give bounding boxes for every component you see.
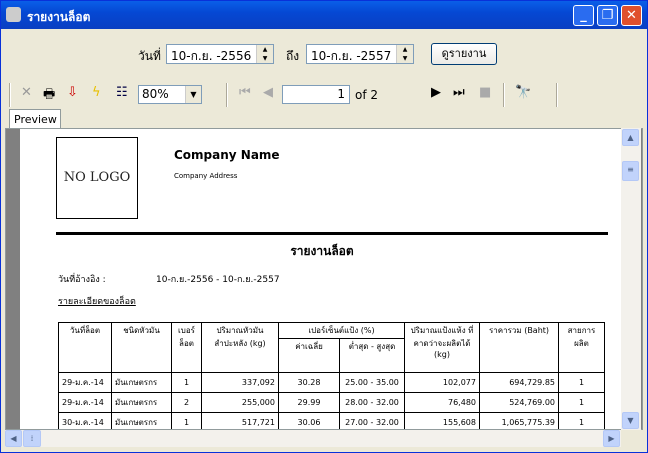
horizontal-scroll-thumb[interactable]: ⁞ [23, 430, 41, 447]
ref-date-value: 10-ก.ย.-2556 - 10-ก.ย.-2557 [156, 275, 280, 285]
cell-avg: 30.28 [278, 372, 340, 393]
report-window: รายงานล็อต _ ❐ ✕ วันที่ 10-ก.ย. -2556 ▲ ▼… [0, 0, 648, 453]
next-page-icon[interactable]: ▶ [431, 85, 441, 100]
printer-app-icon [6, 7, 21, 22]
window-title: รายงานล็อต [27, 10, 91, 24]
cell-line: 1 [558, 412, 605, 429]
cell-range: 25.00 - 35.00 [339, 372, 405, 393]
close-button[interactable]: ✕ [621, 5, 642, 26]
chevron-down-icon[interactable]: ▼ [185, 86, 201, 103]
last-page-icon[interactable]: ⏭ [453, 85, 465, 100]
scroll-left-button[interactable]: ◀ [5, 430, 22, 447]
logo-placeholder: NO LOGO [56, 137, 138, 219]
cell-dry: 155,608 [404, 412, 480, 429]
zoom-select[interactable]: 80% ▼ [138, 85, 202, 104]
page-count: of 2 [355, 88, 379, 102]
col-line: สายการ ผลิต [558, 322, 605, 373]
table-row: 29-ม.ค.-14 มันเกษตรกร 1 337,092 30.28 25.00 -… [58, 372, 605, 393]
zoom-value: 80% [142, 87, 169, 101]
col-qty: ปริมาณหัวมัน สำปะหลัง (kg) [201, 322, 279, 373]
restore-button[interactable]: ❐ [597, 5, 618, 26]
col-type: ชนิดหัวมัน [111, 322, 172, 373]
close-report-icon[interactable]: ✕ [21, 85, 32, 100]
cell-type: มันเกษตรกร [111, 372, 172, 393]
from-date-label: วันที่ [138, 49, 161, 63]
title-bar: รายงานล็อต _ ❐ ✕ [1, 1, 647, 29]
cell-qty: 255,000 [201, 392, 279, 413]
cell-dry: 76,480 [404, 392, 480, 413]
scroll-up-button[interactable]: ▲ [622, 129, 639, 146]
col-lot: เบอร์ ล็อต [171, 322, 202, 373]
col-range: ต่ำสุด - สูงสุด [339, 338, 405, 373]
cell-range: 27.00 - 32.00 [339, 412, 405, 429]
cell-lot: 1 [171, 412, 202, 429]
cell-date: 29-ม.ค.-14 [58, 372, 112, 393]
cell-type: มันเกษตรกร [111, 392, 172, 413]
view-report-button[interactable]: ดูรายงาน [431, 43, 497, 65]
report-page: NO LOGO Company Name Company Address ราย… [20, 129, 624, 429]
divider [56, 232, 608, 235]
cell-line: 1 [558, 372, 605, 393]
cell-avg: 29.99 [278, 392, 340, 413]
cell-dry: 102,077 [404, 372, 480, 393]
from-date-spinner[interactable]: ▲ ▼ [256, 45, 273, 63]
col-avg: ค่าเฉลี่ย [278, 338, 340, 373]
cell-lot: 2 [171, 392, 202, 413]
col-dry: ปริมาณแป้งแห้ง ที่คาดว่าจะผลิตได้ (kg) [404, 322, 480, 373]
cell-price: 694,729.85 [479, 372, 559, 393]
to-date-field[interactable]: 10-ก.ย. -2557 ▲ ▼ [306, 44, 414, 64]
cell-type: มันเกษตรกร [111, 412, 172, 429]
horizontal-scrollbar[interactable]: ◀ ⁞ ▶ [5, 430, 621, 447]
vertical-scroll-thumb[interactable]: ≡ [622, 161, 639, 181]
cell-line: 1 [558, 392, 605, 413]
col-pct: เปอร์เซ็นต์แป้ง (%) [278, 322, 405, 339]
cell-price: 524,769.00 [479, 392, 559, 413]
cell-range: 28.00 - 32.00 [339, 392, 405, 413]
cell-date: 30-ม.ค.-14 [58, 412, 112, 429]
report-title: รายงานล็อต [290, 244, 354, 258]
scroll-right-button[interactable]: ▶ [603, 430, 620, 447]
cell-qty: 337,092 [201, 372, 279, 393]
export-icon[interactable]: ⇩ [67, 85, 78, 100]
company-name: Company Name [174, 148, 280, 162]
scroll-down-button[interactable]: ▼ [622, 412, 639, 429]
from-date-field[interactable]: 10-ก.ย. -2556 ▲ ▼ [166, 44, 274, 64]
from-date-value: 10-ก.ย. -2556 [171, 49, 252, 63]
col-price: ราคารวม (Baht) [479, 322, 559, 373]
ref-date-label: วันที่อ้างอิง : [58, 275, 106, 285]
to-date-value: 10-ก.ย. -2557 [311, 49, 392, 63]
minimize-button[interactable]: _ [573, 5, 594, 26]
refresh-lightning-icon[interactable]: ϟ [92, 85, 101, 100]
first-page-icon[interactable]: ⏮ [239, 85, 251, 100]
print-icon[interactable]: 🖶 [43, 85, 55, 107]
preview-area: NO LOGO Company Name Company Address ราย… [5, 128, 643, 430]
prev-page-icon[interactable]: ◀ [263, 85, 273, 100]
cell-price: 1,065,775.39 [479, 412, 559, 429]
page-number-input[interactable]: 1 [282, 85, 350, 104]
to-date-label: ถึง [286, 49, 300, 63]
tab-preview[interactable]: Preview [9, 109, 61, 129]
cell-qty: 517,721 [201, 412, 279, 429]
cell-date: 29-ม.ค.-14 [58, 392, 112, 413]
cell-avg: 30.06 [278, 412, 340, 429]
company-address: Company Address [174, 172, 238, 180]
vertical-scrollbar[interactable]: ▲ ≡ ▼ [621, 128, 641, 430]
group-tree-icon[interactable]: ☷ [116, 85, 128, 100]
table-row: 29-ม.ค.-14 มันเกษตรกร 2 255,000 29.99 28.00 -… [58, 392, 605, 413]
stop-icon[interactable]: ■ [479, 85, 491, 100]
to-date-spinner[interactable]: ▲ ▼ [396, 45, 413, 63]
cell-lot: 1 [171, 372, 202, 393]
table-row: 30-ม.ค.-14 มันเกษตรกร 1 517,721 30.06 27.00 -… [58, 412, 605, 429]
find-binoculars-icon[interactable]: 🔭 [515, 85, 531, 100]
section-heading: รายละเอียดของล็อต [58, 297, 136, 307]
col-date: วันที่ล็อต [58, 322, 112, 373]
lot-table: วันที่ล็อต ชนิดหัวมัน เบอร์ ล็อต ปริมาณห… [58, 322, 605, 429]
